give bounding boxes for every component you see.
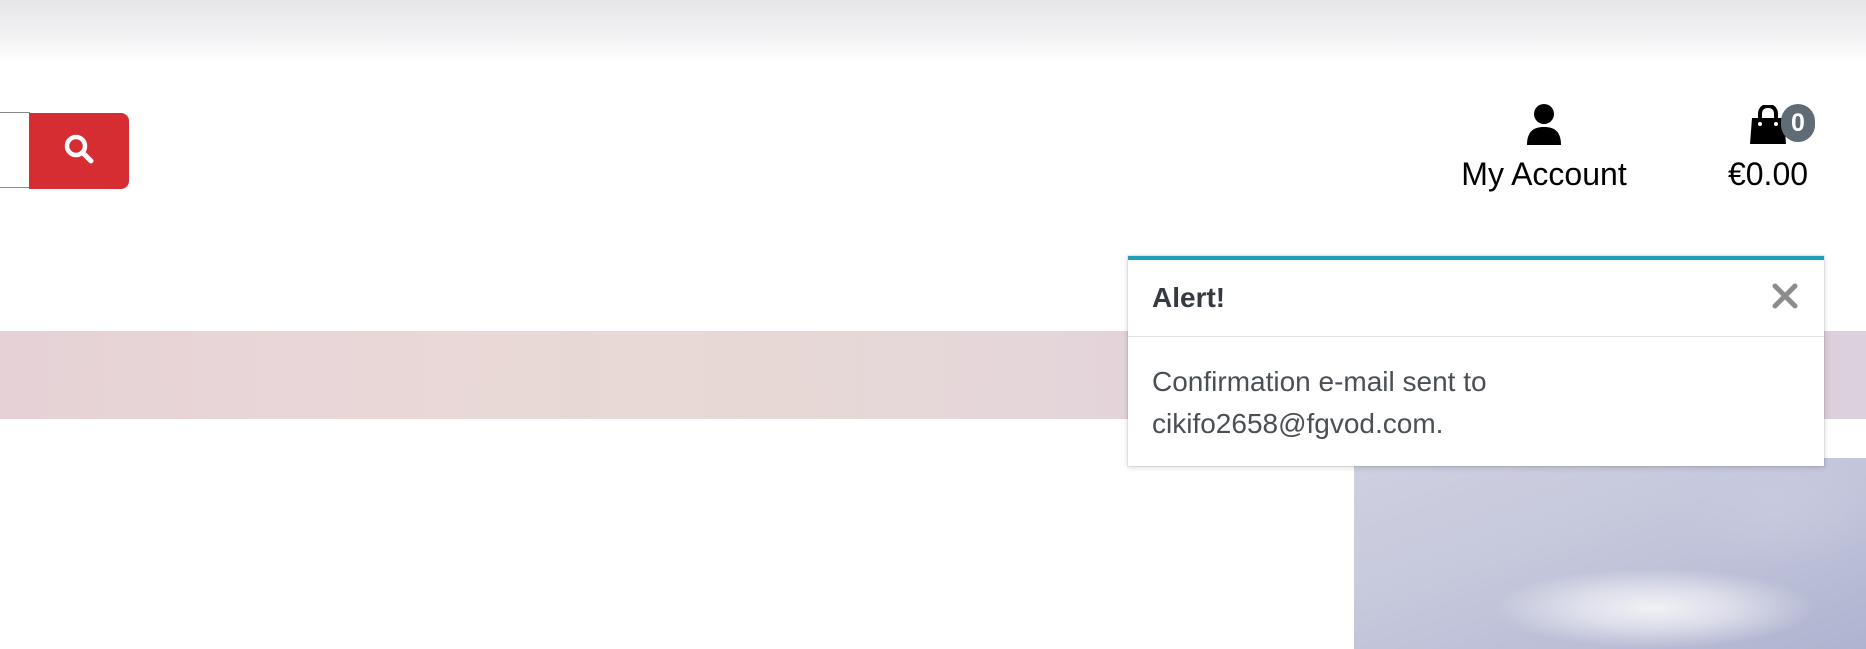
cart-total: €0.00 [1727,156,1809,192]
hero-image [1354,458,1866,649]
toast-message: Confirmation e-mail sent to cikifo2658@f… [1128,337,1824,445]
toast-title: Alert! [1152,282,1226,313]
search-icon [63,133,95,170]
cart-link[interactable]: 0 €0.00 [1708,103,1828,200]
my-account-label: My Account [1461,156,1627,192]
top-bar [0,0,1866,62]
search-input[interactable] [0,112,30,188]
toast-message-line2: cikifo2658@fgvod.com. [1152,408,1444,439]
close-button[interactable] [1770,283,1800,313]
toast-header: Alert! [1128,260,1824,337]
close-icon [1772,283,1798,314]
cart-count-badge: 0 [1781,104,1815,142]
my-account-link[interactable]: My Account [1452,104,1636,200]
search-button[interactable] [29,113,129,189]
alert-toast: Alert! Confirmation e-mail sent to cikif… [1128,256,1824,466]
toast-message-line1: Confirmation e-mail sent to [1152,366,1487,397]
user-icon [1525,103,1563,150]
